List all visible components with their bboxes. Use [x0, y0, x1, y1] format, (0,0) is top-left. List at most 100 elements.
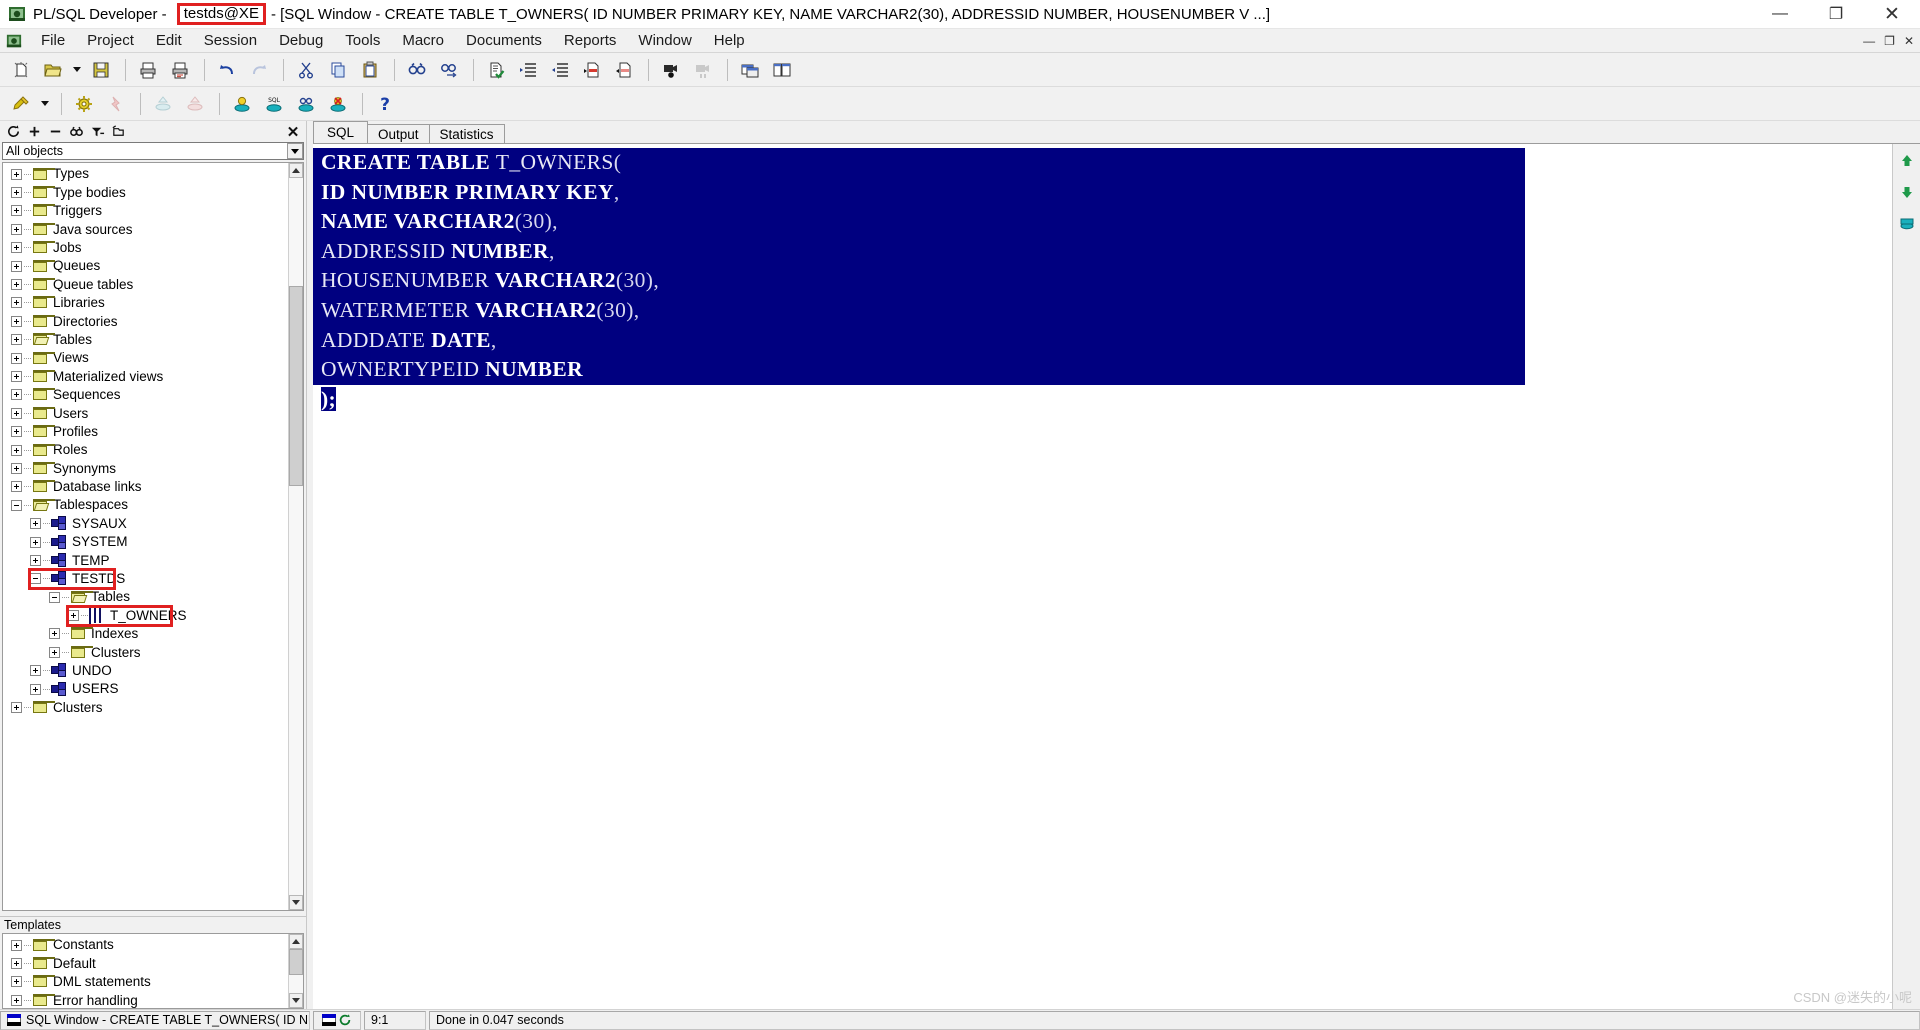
tree-expander[interactable]: [49, 628, 60, 640]
tree-expander[interactable]: [11, 297, 22, 309]
tree-expander[interactable]: [11, 976, 22, 988]
tree-item-directories[interactable]: Directories: [3, 312, 288, 330]
scroll-track[interactable]: [289, 178, 303, 895]
execute-sql-icon[interactable]: SQL: [259, 90, 289, 118]
tree-expander[interactable]: [11, 702, 22, 714]
tree-expander[interactable]: [11, 994, 22, 1006]
tree-expander[interactable]: [11, 352, 22, 364]
tree-item-t-owners[interactable]: T_OWNERS: [3, 606, 288, 625]
tree-expander[interactable]: [11, 242, 22, 254]
tree-expander[interactable]: [11, 205, 22, 217]
object-filter-combo[interactable]: All objects: [2, 142, 304, 160]
paste-icon[interactable]: [355, 56, 385, 84]
status-session-cell[interactable]: [313, 1010, 361, 1030]
tree-item-testds[interactable]: TESTDS: [3, 570, 288, 588]
filter-icon[interactable]: [88, 123, 106, 141]
scroll-down-icon[interactable]: [1896, 181, 1918, 203]
expand-all-icon[interactable]: [25, 123, 43, 141]
print-icon[interactable]: [133, 56, 163, 84]
tree-expander[interactable]: [30, 518, 41, 530]
tree-item-materialized-views[interactable]: Materialized views: [3, 367, 288, 385]
tree-item-clusters[interactable]: Clusters: [3, 643, 288, 661]
open-folder-icon[interactable]: [38, 56, 68, 84]
tree-expander[interactable]: [11, 279, 22, 291]
scroll-down-button[interactable]: [289, 895, 303, 910]
copy-icon[interactable]: [323, 56, 353, 84]
query-builder-icon[interactable]: [1896, 212, 1918, 234]
outdent-icon[interactable]: [545, 56, 575, 84]
menu-debug[interactable]: Debug: [268, 30, 334, 51]
maximize-button[interactable]: ❐: [1808, 0, 1864, 29]
scroll-track[interactable]: [289, 949, 303, 993]
tree-item-database-links[interactable]: Database links: [3, 478, 288, 496]
tree-item-temp[interactable]: TEMP: [3, 551, 288, 569]
comment-icon[interactable]: [577, 56, 607, 84]
tree-item-views[interactable]: Views: [3, 349, 288, 367]
tree-expander[interactable]: [11, 389, 22, 401]
tree-expander[interactable]: [30, 573, 41, 585]
session-refresh-icon[interactable]: [338, 1013, 352, 1027]
open-dropdown-caret[interactable]: [70, 56, 83, 84]
tree-item-triggers[interactable]: Triggers: [3, 202, 288, 220]
chevron-down-icon[interactable]: [287, 143, 303, 159]
new-document-icon[interactable]: [6, 56, 36, 84]
record-macro-icon[interactable]: [656, 56, 686, 84]
tab-output[interactable]: Output: [367, 124, 430, 143]
tree-expander[interactable]: [11, 958, 22, 970]
tree-expander[interactable]: [11, 499, 22, 511]
tree-item-jobs[interactable]: Jobs: [3, 239, 288, 257]
find-next-icon[interactable]: [434, 56, 464, 84]
check-syntax-icon[interactable]: [481, 56, 511, 84]
tree-item-java-sources[interactable]: Java sources: [3, 220, 288, 238]
tree-item-error-handling[interactable]: Error handling: [3, 991, 288, 1008]
menu-help[interactable]: Help: [703, 30, 756, 51]
folder-options-icon[interactable]: [109, 123, 127, 141]
tree-item-constants[interactable]: Constants: [3, 936, 288, 954]
tree-expander[interactable]: [68, 610, 79, 622]
mdi-minimize-button[interactable]: —: [1863, 35, 1875, 47]
tree-item-indexes[interactable]: Indexes: [3, 625, 288, 643]
tree-expander[interactable]: [11, 260, 22, 272]
menu-reports[interactable]: Reports: [553, 30, 628, 51]
undo-icon[interactable]: [212, 56, 242, 84]
scroll-up-button[interactable]: [289, 163, 303, 178]
cut-icon[interactable]: [291, 56, 321, 84]
save-icon[interactable]: [86, 56, 116, 84]
find-db-object-icon[interactable]: [291, 90, 321, 118]
tree-item-queue-tables[interactable]: Queue tables: [3, 275, 288, 293]
tree-item-users[interactable]: USERS: [3, 680, 288, 698]
tree-item-users[interactable]: Users: [3, 404, 288, 422]
sql-editor[interactable]: CREATE TABLE T_OWNERS(ID NUMBER PRIMARY …: [313, 144, 1892, 1009]
menu-edit[interactable]: Edit: [145, 30, 193, 51]
tree-item-tables[interactable]: Tables: [3, 588, 288, 606]
kill-session-icon[interactable]: [323, 90, 353, 118]
tree-item-roles[interactable]: Roles: [3, 441, 288, 459]
object-tree[interactable]: Types Type bodies Triggers Java sources Jobs…: [3, 163, 288, 910]
scroll-up-button[interactable]: [289, 934, 303, 949]
indent-icon[interactable]: [513, 56, 543, 84]
tree-expander[interactable]: [11, 462, 22, 474]
tree-expander[interactable]: [11, 426, 22, 438]
sql-code-text[interactable]: CREATE TABLE T_OWNERS(ID NUMBER PRIMARY …: [313, 144, 1892, 414]
tree-item-sysaux[interactable]: SYSAUX: [3, 514, 288, 532]
menu-project[interactable]: Project: [76, 30, 145, 51]
close-browser-icon[interactable]: ✕: [284, 123, 302, 141]
menu-documents[interactable]: Documents: [455, 30, 553, 51]
uncomment-icon[interactable]: [609, 56, 639, 84]
tree-item-types[interactable]: Types: [3, 165, 288, 183]
tab-statistics[interactable]: Statistics: [428, 124, 505, 143]
tree-expander[interactable]: [11, 939, 22, 951]
mdi-restore-button[interactable]: ❐: [1884, 35, 1895, 47]
tree-item-type-bodies[interactable]: Type bodies: [3, 183, 288, 201]
tree-item-queues[interactable]: Queues: [3, 257, 288, 275]
tree-item-dml-statements[interactable]: DML statements: [3, 973, 288, 991]
tree-item-synonyms[interactable]: Synonyms: [3, 459, 288, 477]
tree-expander[interactable]: [11, 315, 22, 327]
tree-expander[interactable]: [30, 536, 41, 548]
find-icon[interactable]: [67, 123, 85, 141]
mdi-close-button[interactable]: ✕: [1904, 35, 1914, 47]
tree-expander[interactable]: [11, 168, 22, 180]
tree-item-undo[interactable]: UNDO: [3, 662, 288, 680]
status-window-cell[interactable]: SQL Window - CREATE TABLE T_OWNERS( ID N…: [0, 1010, 310, 1030]
tree-item-system[interactable]: SYSTEM: [3, 533, 288, 551]
